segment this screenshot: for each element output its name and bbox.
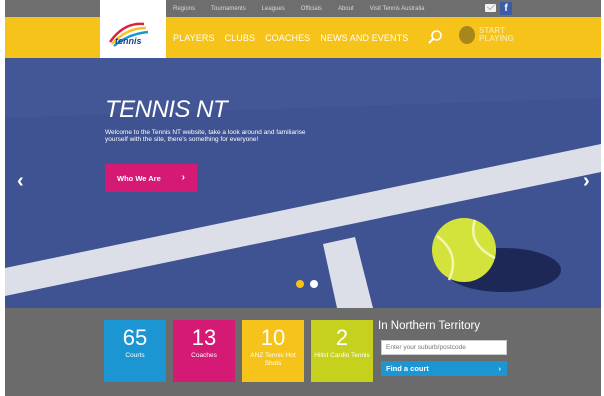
stat-coaches-number: 13 [191,325,217,350]
who-we-are-label: Who We Are [117,173,161,183]
hero-intro-text: Welcome to the Tennis NT website, take a… [105,129,306,143]
stat-tile-courts[interactable]: 65 Courts [104,320,166,382]
start-playing-link[interactable]: START PLAYING [479,27,514,43]
hero-banner: TENNIS NT Welcome to the Tennis NT websi… [5,58,601,308]
utility-link-tournaments[interactable]: Tournaments [211,6,246,12]
carousel-prev-icon[interactable]: ‹ [17,170,24,193]
search-icon[interactable] [427,29,443,45]
carousel-next-icon[interactable]: › [583,170,590,193]
mail-icon[interactable] [485,4,496,12]
stat-hot-shots-number: 10 [260,325,286,350]
utility-link-leagues[interactable]: Leagues [262,6,285,12]
chevron-right-icon: › [498,364,502,373]
who-we-are-button[interactable]: Who We Are › [105,164,197,192]
facebook-icon[interactable]: f [500,2,512,15]
stat-courts-label: Courts [125,352,145,359]
utility-link-officials[interactable]: Officials [301,6,322,12]
stat-courts-number: 65 [122,325,148,350]
nav-items: PLAYERS CLUBS COACHES NEWS AND EVENTS [173,17,418,58]
stat-tile-hot-shots[interactable]: 10 ANZ Tennis Hot Shots [242,320,304,382]
tennis-logo[interactable]: tennis [100,0,166,58]
find-a-court-button[interactable]: Find a court › [381,361,507,376]
utility-links: Regions Tournaments Leagues Officials Ab… [173,0,440,17]
court-finder: In Northern Territory Find a court › [378,320,510,380]
nav-item-players[interactable]: PLAYERS [173,33,215,43]
carousel-dot-1[interactable] [296,280,304,288]
logo-wordmark: tennis [115,36,142,46]
carousel-dot-2[interactable] [310,280,318,288]
chevron-right-icon: › [181,172,185,183]
suburb-postcode-input[interactable] [381,340,507,355]
stat-hot-shots-label: ANZ Tennis Hot Shots [250,352,296,367]
stat-tile-cardio-tennis[interactable]: 2 Hilist Cardio Tennis [311,320,373,382]
utility-link-about[interactable]: About [338,6,354,12]
nav-item-clubs[interactable]: CLUBS [225,33,256,43]
start-playing-icon[interactable] [459,26,475,44]
court-finder-title: In Northern Territory [378,320,481,332]
stat-cardio-label: Hilist Cardio Tennis [314,352,370,359]
page: Regions Tournaments Leagues Officials Ab… [5,0,601,396]
utility-link-regions[interactable]: Regions [173,6,195,12]
utility-bar: Regions Tournaments Leagues Officials Ab… [5,0,601,17]
hero-title: TENNIS NT [105,96,228,123]
court-background [5,58,601,308]
stat-coaches-label: Coaches [191,352,217,359]
stat-cardio-number: 2 [335,325,349,350]
stats-strip: 65 Courts 13 Coaches 10 ANZ Tennis Hot S… [5,308,601,396]
start-playing-line2: PLAYING [479,34,514,43]
nav-item-coaches[interactable]: COACHES [265,33,310,43]
stat-tile-coaches[interactable]: 13 Coaches [173,320,235,382]
find-a-court-label: Find a court [386,364,429,373]
nav-item-news-and-events[interactable]: NEWS AND EVENTS [320,33,408,43]
utility-link-tennis-australia[interactable]: Visit Tennis Australia [370,6,425,12]
main-nav: PLAYERS CLUBS COACHES NEWS AND EVENTS ST… [5,17,601,58]
